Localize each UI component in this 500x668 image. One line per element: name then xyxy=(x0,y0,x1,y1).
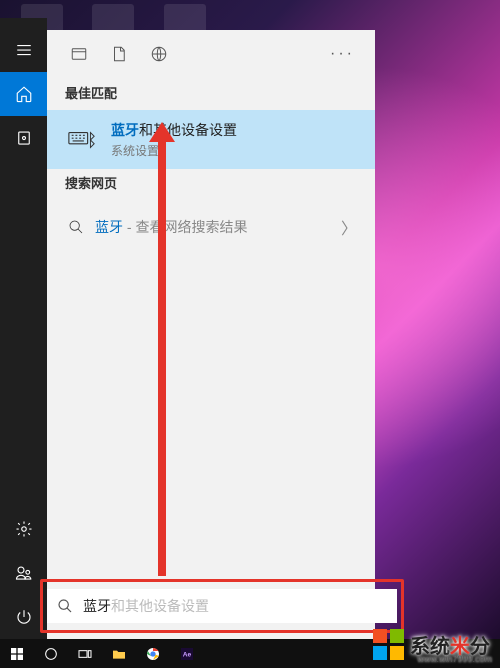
annotation-arrow xyxy=(158,136,166,576)
recent-button[interactable] xyxy=(0,116,47,160)
start-sidebar xyxy=(0,18,47,639)
cortana-button[interactable] xyxy=(34,639,68,668)
settings-button[interactable] xyxy=(0,507,47,551)
search-input[interactable]: 蓝牙和其他设备设置 xyxy=(47,589,397,623)
search-icon xyxy=(65,210,87,244)
watermark: 系统米分 www.win7999.com xyxy=(369,627,494,662)
menu-button[interactable] xyxy=(0,28,47,72)
web-result-text: 蓝牙 - 查看网络搜索结果 xyxy=(95,217,247,237)
more-button[interactable]: ··· xyxy=(322,45,363,63)
tab-web[interactable] xyxy=(139,34,179,74)
search-typed-text: 蓝牙 xyxy=(83,596,111,616)
home-button[interactable] xyxy=(0,72,47,116)
section-web: 搜索网页 xyxy=(47,169,375,200)
watermark-logo-icon xyxy=(373,629,404,660)
panel-tabs: ··· xyxy=(47,30,375,79)
tab-documents[interactable] xyxy=(99,34,139,74)
search-panel: ··· 最佳匹配 蓝牙和其他设备设置 系统设置 搜索网页 蓝牙 - 查看网络搜索… xyxy=(47,30,375,639)
taskbar-app-explorer[interactable] xyxy=(102,639,136,668)
svg-text:Ae: Ae xyxy=(183,651,192,658)
start-button[interactable] xyxy=(0,639,34,668)
section-best-match: 最佳匹配 xyxy=(47,79,375,110)
search-ghost-text: 和其他设备设置 xyxy=(111,596,209,616)
keyboard-bluetooth-icon xyxy=(65,123,99,157)
annotation-highlight-box: 蓝牙和其他设备设置 xyxy=(40,579,404,633)
taskview-button[interactable] xyxy=(68,639,102,668)
best-match-subtitle: 系统设置 xyxy=(111,142,237,159)
taskbar-app-ae[interactable]: Ae xyxy=(170,639,204,668)
taskbar-app-chrome[interactable] xyxy=(136,639,170,668)
best-match-item[interactable]: 蓝牙和其他设备设置 系统设置 xyxy=(47,110,375,169)
chevron-right-icon: 〉 xyxy=(341,215,357,239)
web-result-item[interactable]: 蓝牙 - 查看网络搜索结果 〉 xyxy=(47,200,375,254)
tab-apps[interactable] xyxy=(59,34,99,74)
search-icon xyxy=(57,598,73,614)
